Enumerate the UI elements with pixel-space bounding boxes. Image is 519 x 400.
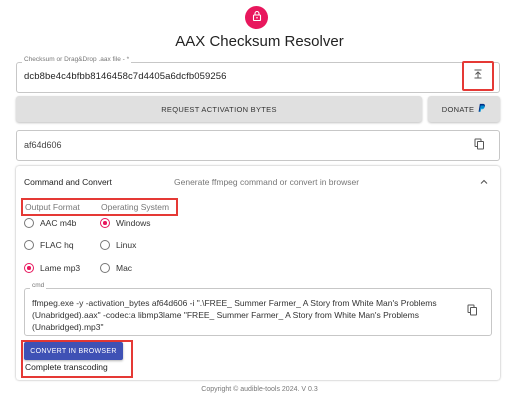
copy-icon xyxy=(474,137,485,155)
copy-activation-bytes-button[interactable] xyxy=(470,137,488,155)
radio-label: Windows xyxy=(116,218,151,228)
radio-label: Linux xyxy=(116,240,137,250)
request-activation-bytes-button[interactable]: REQUEST ACTIVATION BYTES xyxy=(16,96,422,122)
checksum-input-label: Checksum or Drag&Drop .aax file - * xyxy=(22,56,132,63)
radio-linux[interactable]: Linux xyxy=(100,240,136,250)
paypal-icon xyxy=(477,103,486,115)
status-text: Complete transcoding xyxy=(25,362,108,372)
panel-title[interactable]: Command and Convert xyxy=(24,177,112,187)
page-title: AAX Checksum Resolver xyxy=(175,33,344,50)
upload-icon xyxy=(472,67,484,85)
request-activation-bytes-label: REQUEST ACTIVATION BYTES xyxy=(161,104,277,114)
donate-button[interactable]: DONATE xyxy=(428,96,500,122)
radio-button[interactable] xyxy=(24,240,34,250)
copy-icon xyxy=(467,303,478,321)
radio-button[interactable] xyxy=(100,240,110,250)
radio-windows[interactable]: Windows xyxy=(100,218,150,228)
panel-subtitle: Generate ffmpeg command or convert in br… xyxy=(174,177,360,187)
upload-file-button[interactable] xyxy=(462,61,494,91)
radio-button[interactable] xyxy=(100,263,110,273)
activation-bytes-value: af64d606 xyxy=(24,140,62,150)
footer-copyright: Copyright © audible-tools 2024. V 0.3 xyxy=(201,386,318,393)
radio-label: Lame mp3 xyxy=(40,263,81,273)
operating-system-label: Operating System xyxy=(101,202,170,212)
output-format-label: Output Format xyxy=(25,202,80,212)
radio-aac-m4b[interactable]: AAC m4b xyxy=(24,218,76,228)
radio-label: FLAC hq xyxy=(40,240,74,250)
app-logo xyxy=(245,6,268,29)
radio-button[interactable] xyxy=(100,218,110,228)
radio-mac[interactable]: Mac xyxy=(100,263,132,273)
activation-bytes-field xyxy=(16,130,500,161)
cmd-label: cmd xyxy=(30,282,47,289)
convert-in-browser-button[interactable]: CONVERT IN BROWSER xyxy=(24,342,123,360)
radio-flac-hq[interactable]: FLAC hq xyxy=(24,240,74,250)
radio-label: AAC m4b xyxy=(40,218,77,228)
convert-label: CONVERT IN BROWSER xyxy=(30,347,117,355)
radio-label: Mac xyxy=(116,263,133,273)
radio-button[interactable] xyxy=(24,263,34,273)
lock-icon xyxy=(251,9,263,27)
copy-command-button[interactable] xyxy=(463,303,481,321)
chevron-up-icon[interactable] xyxy=(478,175,490,187)
donate-label: DONATE xyxy=(441,104,475,114)
checksum-input-value[interactable]: dcb8be4c4bfbb8146458c7d4405a6dcfb059256 xyxy=(24,71,227,82)
radio-lame-mp3[interactable]: Lame mp3 xyxy=(24,263,80,273)
cmd-text: ffmpeg.exe -y -activation_bytes af64d606… xyxy=(32,298,437,332)
radio-button[interactable] xyxy=(24,218,34,228)
